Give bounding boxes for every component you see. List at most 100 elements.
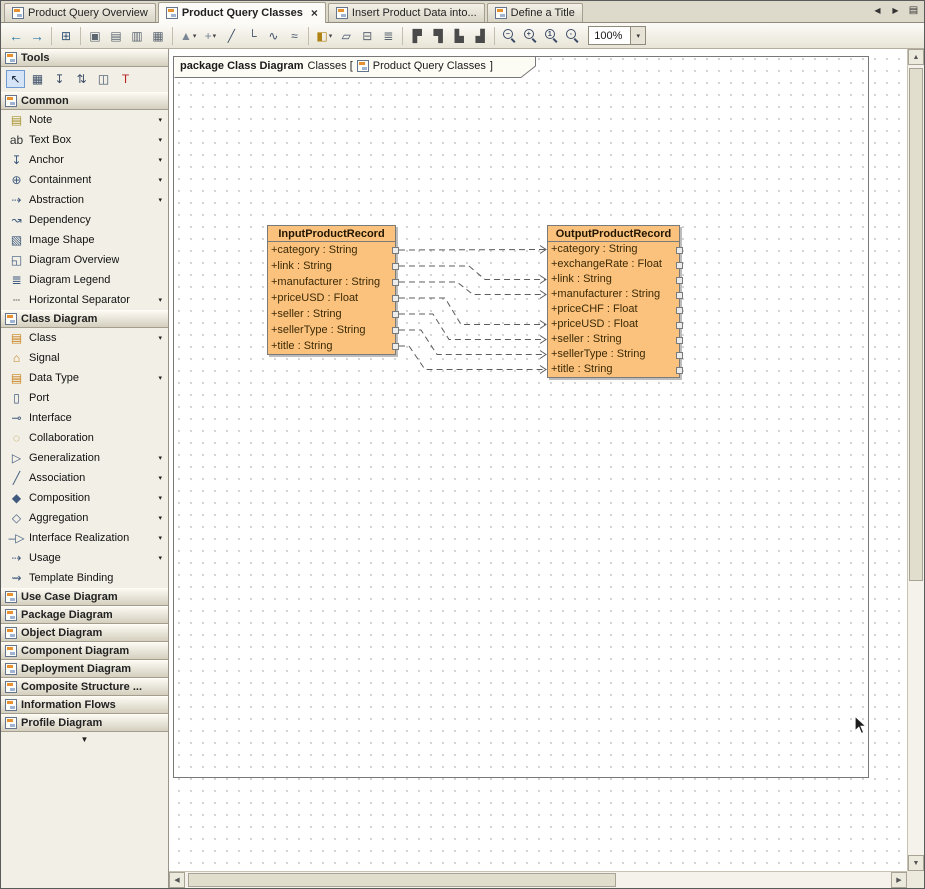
align-middle-button[interactable]: ▜ <box>428 26 448 46</box>
palette-item-diagram-legend[interactable]: ≣Diagram Legend <box>1 270 168 290</box>
copy-button[interactable]: ▣ <box>85 26 105 46</box>
create-point-button[interactable]: +▾ <box>200 26 220 46</box>
scroll-right-button[interactable]: ▶ <box>891 872 907 888</box>
zoom-dropdown-arrow-icon[interactable]: ▾ <box>630 27 645 44</box>
palette-section-class-diagram[interactable]: Class Diagram <box>1 310 168 328</box>
class-attribute[interactable]: +category : String <box>268 242 395 258</box>
palette-section-object-diagram[interactable]: Object Diagram <box>1 624 168 642</box>
scroll-up-button[interactable]: ▲ <box>908 49 924 65</box>
palette-section-profile-diagram[interactable]: Profile Diagram <box>1 714 168 732</box>
palette-item-association[interactable]: ╱Association▾ <box>1 468 168 488</box>
show-grid-button[interactable]: ⊟ <box>357 26 377 46</box>
palette-item-data-type[interactable]: ▤Data Type▾ <box>1 368 168 388</box>
zoom-out-button[interactable]: − <box>499 26 519 46</box>
previous-tab-button[interactable]: ◀ <box>870 3 885 18</box>
anchor-point-tool-icon[interactable]: ↧ <box>50 70 69 88</box>
swimlane-tool-icon[interactable]: ◫ <box>94 70 113 88</box>
palette-scroll-more-button[interactable]: ▼ <box>1 732 168 747</box>
horizontal-scrollbar-thumb[interactable] <box>188 873 616 887</box>
zoom-in-button[interactable]: + <box>520 26 540 46</box>
palette-item-aggregation[interactable]: ◇Aggregation▾ <box>1 508 168 528</box>
palette-item-usage[interactable]: ⇢Usage▾ <box>1 548 168 568</box>
copy-image-button[interactable]: ▥ <box>127 26 147 46</box>
curve-path-button[interactable]: ∿ <box>263 26 283 46</box>
palette-item-diagram-overview[interactable]: ◱Diagram Overview <box>1 250 168 270</box>
palette-section-component-diagram[interactable]: Component Diagram <box>1 642 168 660</box>
tab-define-a-title[interactable]: Define a Title <box>487 3 583 22</box>
class-attribute[interactable]: +manufacturer : String <box>268 274 395 290</box>
fill-color-button[interactable]: ◧▾ <box>313 26 335 46</box>
class-attribute[interactable]: +category : String <box>548 242 679 257</box>
palette-section-information-flows[interactable]: Information Flows <box>1 696 168 714</box>
palette-section-composite-structure[interactable]: Composite Structure ... <box>1 678 168 696</box>
palette-item-note[interactable]: ▤Note▾ <box>1 110 168 130</box>
class-attribute[interactable]: +priceUSD : Float <box>548 317 679 332</box>
align-bottom-button[interactable]: ▙ <box>449 26 469 46</box>
class-attribute[interactable]: +manufacturer : String <box>548 287 679 302</box>
rectilinear-path-button[interactable]: └ <box>242 26 262 46</box>
palette-item-text-box[interactable]: abText Box▾ <box>1 130 168 150</box>
palette-item-collaboration[interactable]: ◌Collaboration <box>1 428 168 448</box>
scroll-left-button[interactable]: ◀ <box>169 872 185 888</box>
palette-item-interface[interactable]: ⊸Interface <box>1 408 168 428</box>
palette-section-use-case-diagram[interactable]: Use Case Diagram <box>1 588 168 606</box>
scroll-down-button[interactable]: ▼ <box>908 855 924 871</box>
forward-button[interactable]: → <box>27 26 47 46</box>
palette-item-template-binding[interactable]: ⇝Template Binding <box>1 568 168 588</box>
tab-product-query-overview[interactable]: Product Query Overview <box>4 3 156 22</box>
palette-item-dependency[interactable]: ↝Dependency <box>1 210 168 230</box>
vertical-scrollbar-thumb[interactable] <box>909 68 923 581</box>
paste-button[interactable]: ▤ <box>106 26 126 46</box>
line-color-button[interactable]: ▱ <box>336 26 356 46</box>
tab-product-query-classes[interactable]: Product Query Classes× <box>158 2 326 23</box>
palette-item-generalization[interactable]: ▷Generalization▾ <box>1 448 168 468</box>
palette-item-composition[interactable]: ◆Composition▾ <box>1 488 168 508</box>
close-tab-icon[interactable]: × <box>311 8 318 18</box>
class-attribute[interactable]: +title : String <box>548 362 679 377</box>
spline-path-button[interactable]: ≈ <box>284 26 304 46</box>
back-button[interactable]: ← <box>6 26 26 46</box>
text-tool-icon[interactable]: T <box>116 70 135 88</box>
palette-item-abstraction[interactable]: ⇢Abstraction▾ <box>1 190 168 210</box>
palette-section-tools[interactable]: Tools <box>1 49 168 67</box>
class-attribute[interactable]: +exchangeRate : Float <box>548 257 679 272</box>
create-shape-button[interactable]: ▲▾ <box>177 26 199 46</box>
palette-item-containment[interactable]: ⊕Containment▾ <box>1 170 168 190</box>
class-attribute[interactable]: +link : String <box>268 258 395 274</box>
class-attribute[interactable]: +priceCHF : Float <box>548 302 679 317</box>
zoom-1-1-button[interactable]: 1 <box>541 26 561 46</box>
make-same-size-button[interactable]: ▟ <box>470 26 490 46</box>
align-top-button[interactable]: ▛ <box>407 26 427 46</box>
tab-insert-product-data-into[interactable]: Insert Product Data into... <box>328 3 485 22</box>
palette-section-common[interactable]: Common <box>1 92 168 110</box>
layout-button[interactable]: ≣ <box>378 26 398 46</box>
group-select-tool-icon[interactable]: ▦ <box>28 70 47 88</box>
select-in-containment-tree-button[interactable]: ⊞ <box>56 26 76 46</box>
class-attribute[interactable]: +link : String <box>548 272 679 287</box>
class-attribute[interactable]: +title : String <box>268 338 395 354</box>
next-tab-button[interactable]: ▶ <box>888 3 903 18</box>
palette-item-interface-realization[interactable]: –▷Interface Realization▾ <box>1 528 168 548</box>
class-attribute[interactable]: +sellerType : String <box>548 347 679 362</box>
tab-list-button[interactable]: ▤ <box>906 3 921 18</box>
class-inputproductrecord[interactable]: InputProductRecord+category : String+lin… <box>267 225 396 355</box>
class-attribute[interactable]: +seller : String <box>268 306 395 322</box>
diagram-canvas[interactable]: package Class Diagram Classes [ Product … <box>169 49 907 871</box>
palette-item-horizontal-separator[interactable]: ┄Horizontal Separator▾ <box>1 290 168 310</box>
zoom-fit-button[interactable]: ▫ <box>562 26 582 46</box>
class-attribute[interactable]: +priceUSD : Float <box>268 290 395 306</box>
palette-item-class[interactable]: ▤Class▾ <box>1 328 168 348</box>
palette-section-package-diagram[interactable]: Package Diagram <box>1 606 168 624</box>
palette-item-anchor[interactable]: ↧Anchor▾ <box>1 150 168 170</box>
reorder-tool-icon[interactable]: ⇅ <box>72 70 91 88</box>
pointer-tool-icon[interactable]: ↖ <box>6 70 25 88</box>
class-attribute[interactable]: +seller : String <box>548 332 679 347</box>
oblique-path-button[interactable]: ╱ <box>221 26 241 46</box>
vertical-scrollbar[interactable]: ▲ ▼ <box>907 49 924 871</box>
horizontal-scrollbar[interactable]: ◀ ▶ <box>169 871 907 888</box>
palette-item-image-shape[interactable]: ▧Image Shape <box>1 230 168 250</box>
class-outputproductrecord[interactable]: OutputProductRecord+category : String+ex… <box>547 225 680 378</box>
palette-item-signal[interactable]: ⌂Signal <box>1 348 168 368</box>
palette-section-deployment-diagram[interactable]: Deployment Diagram <box>1 660 168 678</box>
palette-item-port[interactable]: ▯Port <box>1 388 168 408</box>
